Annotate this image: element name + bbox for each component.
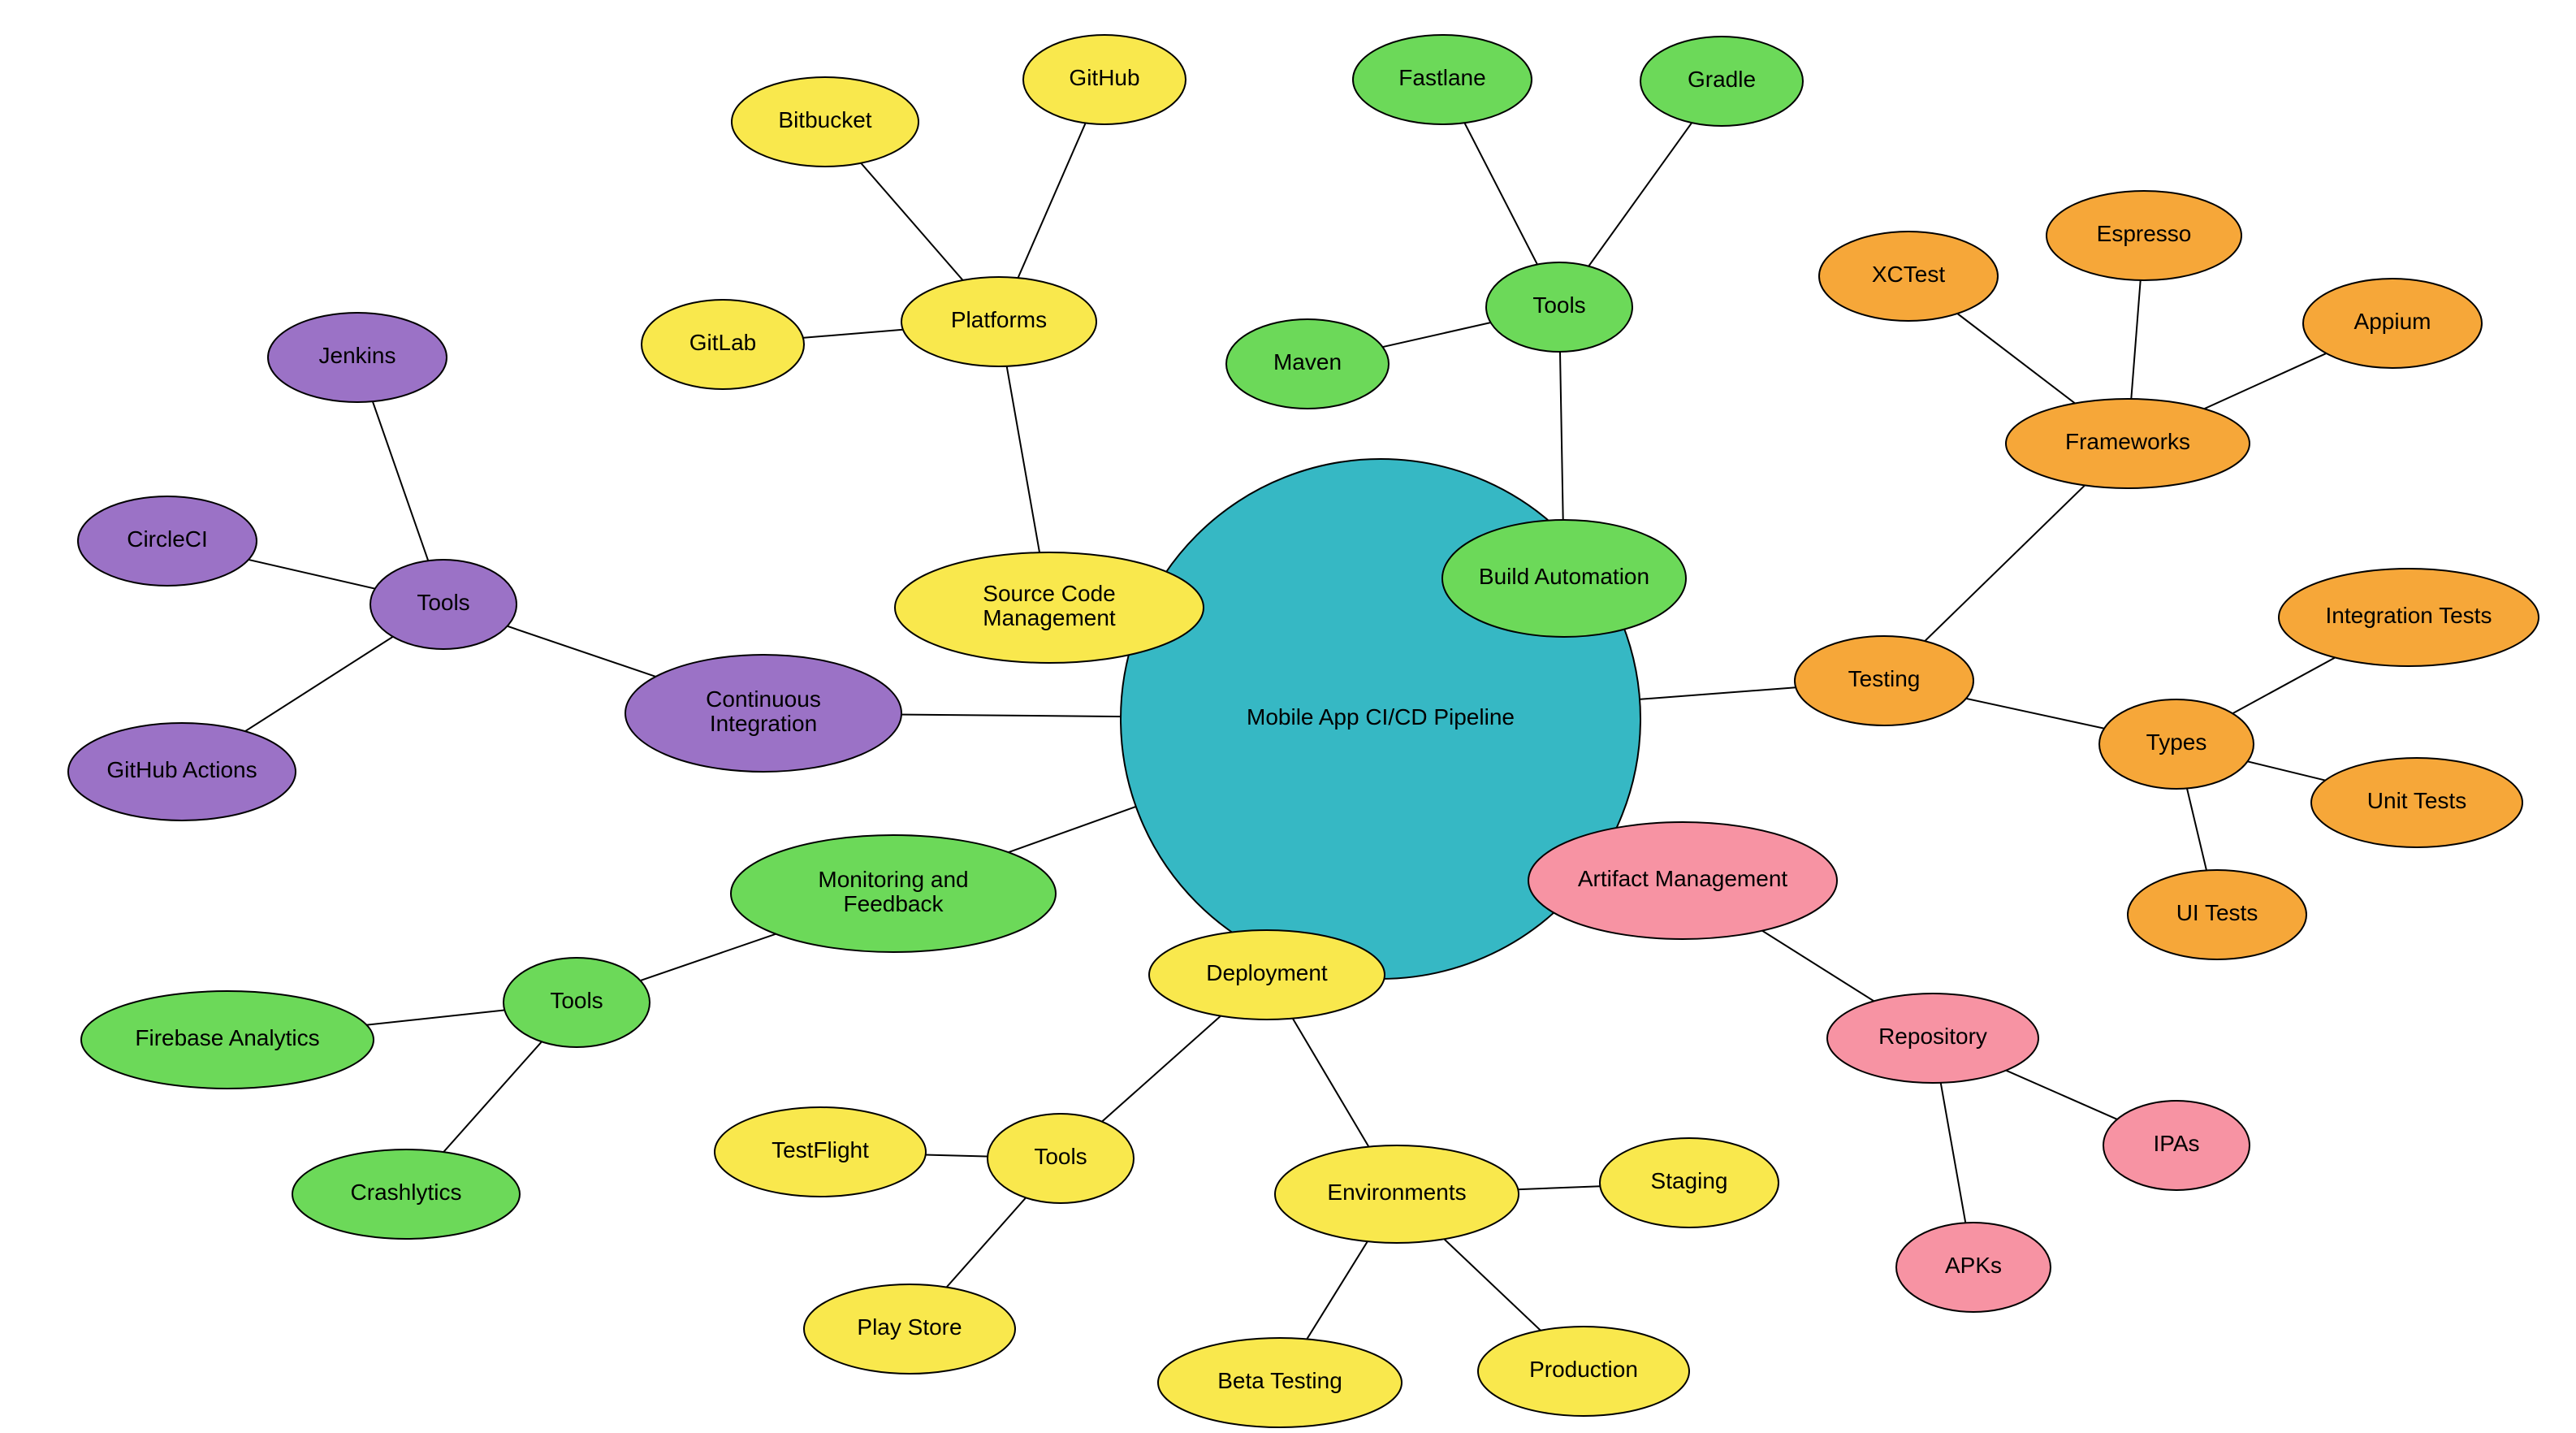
node-test-unit: Unit Tests [2311, 758, 2522, 847]
node-artifact-ipas: IPAs [2103, 1101, 2250, 1190]
node-deploy-testflight: TestFlight [715, 1107, 926, 1197]
node-build-shape [1442, 520, 1686, 637]
node-test-xctest: XCTest [1819, 232, 1998, 321]
node-monitor-crashlytics-shape [292, 1149, 520, 1239]
node-scm-bitbucket: Bitbucket [732, 77, 918, 167]
node-deploy-env: Environments [1275, 1145, 1519, 1243]
node-deploy-beta-shape [1158, 1338, 1402, 1427]
node-monitor-tools-shape [504, 958, 650, 1047]
node-test-appium: Appium [2303, 279, 2482, 368]
node-test-types: Types [2099, 699, 2254, 789]
node-build-fastlane: Fastlane [1353, 35, 1532, 124]
node-ci-gha: GitHub Actions [68, 723, 296, 820]
node-testing-shape [1795, 636, 1973, 725]
node-deploy-env-shape [1275, 1145, 1519, 1243]
node-monitor-shape [731, 835, 1056, 952]
node-monitor-firebase: Firebase Analytics [81, 991, 374, 1089]
node-ci-shape [625, 655, 901, 772]
node-ci-tools: Tools [370, 560, 516, 649]
node-deploy-testflight-shape [715, 1107, 926, 1197]
node-ci-jenkins: Jenkins [268, 313, 447, 402]
mindmap-diagram: Mobile App CI/CD PipelineSource CodeMana… [0, 0, 2576, 1433]
node-deploy-production-shape [1478, 1327, 1689, 1416]
node-deploy-playstore-shape [804, 1284, 1015, 1374]
node-monitor-crashlytics: Crashlytics [292, 1149, 520, 1239]
node-scm-github: GitHub [1023, 35, 1186, 124]
node-test-frameworks: Frameworks [2006, 399, 2250, 488]
node-artifact-apks: APKs [1896, 1223, 2051, 1312]
node-test-ui-shape [2128, 870, 2306, 959]
node-build-gradle: Gradle [1640, 37, 1803, 126]
node-artifact-repo-shape [1827, 994, 2038, 1083]
node-deploy: Deployment [1149, 930, 1385, 1020]
node-deploy-tools-shape [988, 1114, 1134, 1203]
node-ci-jenkins-shape [268, 313, 447, 402]
node-test-xctest-shape [1819, 232, 1998, 321]
node-monitor: Monitoring andFeedback [731, 835, 1056, 952]
node-deploy-staging-shape [1600, 1138, 1779, 1227]
node-ci-circleci-shape [78, 496, 257, 586]
node-deploy-playstore: Play Store [804, 1284, 1015, 1374]
node-scm-bitbucket-shape [732, 77, 918, 167]
node-ci: ContinuousIntegration [625, 655, 901, 772]
node-test-integration-shape [2279, 569, 2539, 666]
node-test-frameworks-shape [2006, 399, 2250, 488]
node-test-espresso: Espresso [2047, 191, 2241, 280]
node-testing: Testing [1795, 636, 1973, 725]
node-build-tools: Tools [1486, 262, 1632, 352]
node-deploy-production: Production [1478, 1327, 1689, 1416]
node-build-maven-shape [1226, 319, 1389, 409]
node-test-types-shape [2099, 699, 2254, 789]
node-test-appium-shape [2303, 279, 2482, 368]
node-build-fastlane-shape [1353, 35, 1532, 124]
node-scm-platforms-shape [901, 277, 1096, 366]
node-build-tools-shape [1486, 262, 1632, 352]
node-deploy-staging: Staging [1600, 1138, 1779, 1227]
node-artifact: Artifact Management [1528, 822, 1837, 939]
node-monitor-tools: Tools [504, 958, 650, 1047]
node-build-gradle-shape [1640, 37, 1803, 126]
node-artifact-shape [1528, 822, 1837, 939]
node-test-unit-shape [2311, 758, 2522, 847]
node-test-ui: UI Tests [2128, 870, 2306, 959]
node-deploy-beta: Beta Testing [1158, 1338, 1402, 1427]
node-artifact-ipas-shape [2103, 1101, 2250, 1190]
node-ci-circleci: CircleCI [78, 496, 257, 586]
node-build: Build Automation [1442, 520, 1686, 637]
node-deploy-tools: Tools [988, 1114, 1134, 1203]
node-artifact-apks-shape [1896, 1223, 2051, 1312]
node-scm-gitlab: GitLab [642, 300, 804, 389]
node-test-espresso-shape [2047, 191, 2241, 280]
node-artifact-repo: Repository [1827, 994, 2038, 1083]
node-build-maven: Maven [1226, 319, 1389, 409]
node-ci-tools-shape [370, 560, 516, 649]
node-ci-gha-shape [68, 723, 296, 820]
node-scm-github-shape [1023, 35, 1186, 124]
node-scm: Source CodeManagement [895, 552, 1204, 663]
node-deploy-shape [1149, 930, 1385, 1020]
node-scm-gitlab-shape [642, 300, 804, 389]
node-test-integration: Integration Tests [2279, 569, 2539, 666]
node-scm-shape [895, 552, 1204, 663]
node-scm-platforms: Platforms [901, 277, 1096, 366]
node-monitor-firebase-shape [81, 991, 374, 1089]
